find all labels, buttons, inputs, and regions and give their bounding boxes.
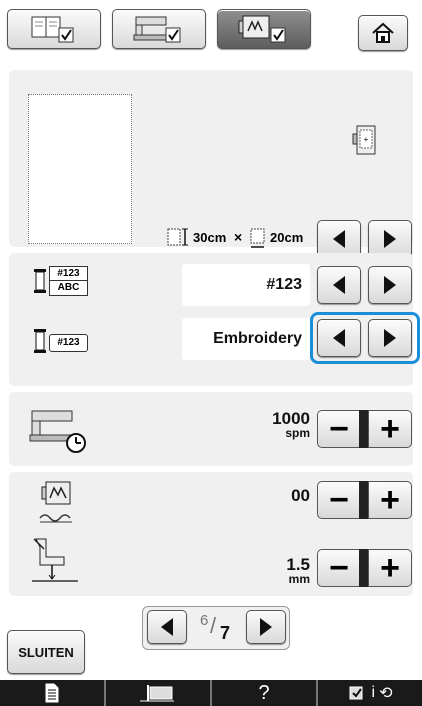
page-indicator: 6 / 7 — [190, 612, 244, 644]
sewing-machine-icon — [133, 16, 181, 43]
tension-plus-button[interactable]: + — [368, 481, 412, 519]
embroidery-settings-tab[interactable] — [217, 9, 311, 49]
max-speed-unit: spm — [285, 426, 310, 440]
thread-color-icon-label: #123 — [49, 334, 88, 352]
thread-number-prev-button[interactable] — [317, 266, 361, 304]
document-button[interactable] — [0, 680, 104, 706]
needle-position-button[interactable] — [104, 680, 210, 706]
machine-settings-tab[interactable] — [112, 9, 206, 49]
minus-icon: − — [329, 410, 349, 448]
foot-height-minus-button[interactable]: − — [317, 549, 361, 587]
hoop-display-icon: + — [352, 125, 376, 155]
home-icon — [372, 22, 394, 43]
thread-number-display-icon: #123 ABC — [32, 266, 88, 296]
thread-number-icon-bottom: ABC — [50, 280, 87, 294]
document-icon — [45, 683, 59, 703]
rotate-icon: ⟲ — [379, 685, 393, 702]
foot-height-value: 1.5 mm — [230, 556, 310, 586]
arrow-left-icon — [333, 230, 345, 248]
info-settings-icon — [349, 686, 363, 700]
arrow-left-icon — [333, 276, 345, 294]
arrow-right-icon — [384, 230, 396, 248]
pager-prev-button[interactable] — [147, 610, 187, 644]
close-button-label: SLUITEN — [18, 644, 74, 660]
help-label: ? — [258, 681, 270, 704]
thread-number-icon-top: #123 — [57, 268, 80, 279]
hoop-width-label: 30cm — [193, 230, 227, 245]
max-speed-plus-button[interactable]: + — [368, 410, 412, 448]
thread-color-display-icon: #123 — [32, 328, 88, 354]
needle-position-icon — [140, 685, 174, 702]
thread-color-prev-button[interactable] — [317, 319, 361, 357]
thread-color-value: Embroidery — [182, 318, 310, 360]
help-button[interactable]: ? — [210, 680, 316, 706]
arrow-left-icon — [161, 618, 173, 636]
hoop-times-sign: × — [234, 229, 243, 245]
arrow-right-icon — [384, 329, 396, 347]
embroidery-preview-area — [28, 94, 132, 244]
plus-icon: + — [380, 410, 400, 448]
plus-icon: + — [380, 481, 400, 519]
arrow-left-icon — [333, 329, 345, 347]
minus-icon: − — [329, 549, 349, 587]
hoop-height-label: 20cm — [270, 230, 304, 245]
bottom-bar: ? i ⟲ — [0, 680, 422, 706]
max-speed-icon — [29, 410, 86, 453]
arrow-right-icon — [260, 618, 272, 636]
info-label: i — [371, 684, 376, 701]
foot-height-unit: mm — [288, 572, 310, 586]
thread-color-next-button[interactable] — [368, 319, 412, 357]
page-slash: / — [210, 613, 217, 638]
presser-foot-height-icon — [32, 538, 78, 582]
max-speed-minus-button[interactable]: − — [317, 410, 361, 448]
max-speed-value: 1000 spm — [230, 410, 310, 440]
hoop-width-icon — [167, 228, 188, 246]
plus-icon: + — [380, 549, 400, 587]
embroidery-frame-icon — [238, 15, 286, 43]
foot-height-plus-button[interactable]: + — [368, 549, 412, 587]
book-settings-icon — [31, 16, 74, 43]
pager-next-button[interactable] — [246, 610, 286, 644]
max-speed-number: 1000 — [272, 409, 310, 428]
close-button[interactable]: SLUITEN — [7, 630, 85, 674]
info-settings-button[interactable]: i ⟲ — [316, 680, 422, 706]
thread-tension-icon — [39, 481, 72, 523]
hoop-height-icon — [250, 228, 265, 248]
settings-page-tab[interactable] — [7, 9, 101, 49]
page-current: 6 — [200, 612, 209, 629]
thread-number-next-button[interactable] — [368, 266, 412, 304]
minus-icon: − — [329, 481, 349, 519]
tension-value: 00 — [291, 486, 310, 505]
tension-minus-button[interactable]: − — [317, 481, 361, 519]
foot-height-number: 1.5 — [286, 555, 310, 574]
home-button[interactable] — [358, 15, 408, 51]
page-total: 7 — [220, 623, 231, 643]
svg-text:+: + — [364, 135, 369, 144]
arrow-right-icon — [384, 276, 396, 294]
thread-number-value: #123 — [182, 264, 310, 306]
